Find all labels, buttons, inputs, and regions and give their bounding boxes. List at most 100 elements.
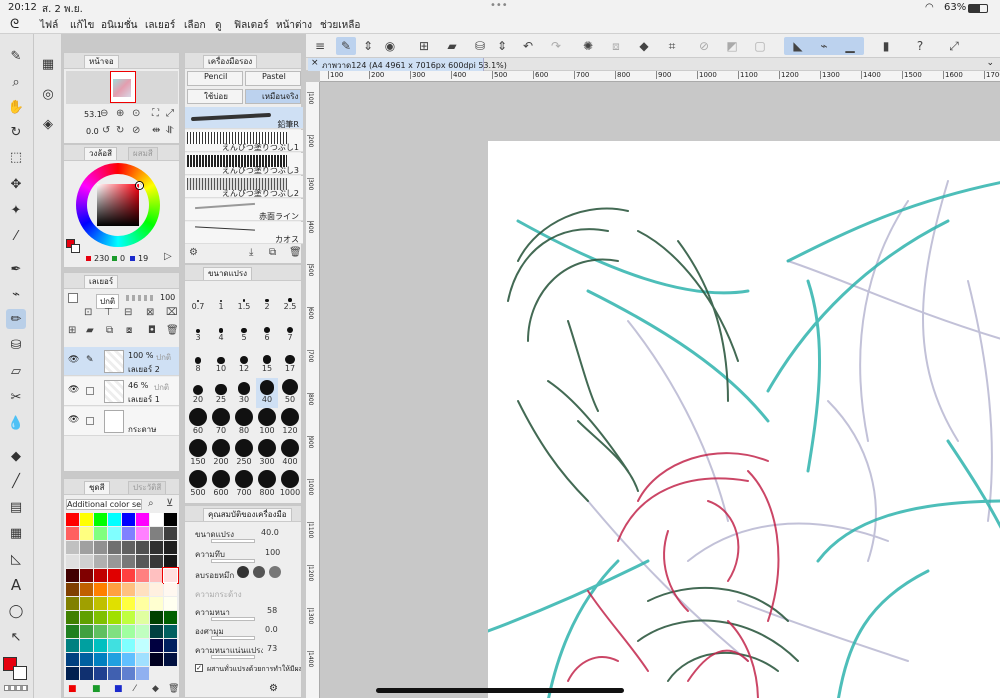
fill-area-icon[interactable]: ◆ [634,37,654,55]
menu-icon[interactable]: ≡ [310,37,330,55]
fit-icon[interactable]: ⊙ [132,108,140,119]
color-swatch[interactable] [108,513,121,526]
tip-texture-icon[interactable] [269,566,281,578]
fill-set-icon[interactable]: ◆ [152,684,159,694]
menu-file[interactable]: ไฟล์ [40,18,58,33]
color-swatch[interactable] [122,625,135,638]
color-swatch[interactable] [66,625,79,638]
color-swatch[interactable] [80,639,93,652]
brush-size-option[interactable]: 100 [256,408,278,439]
brush-size-option[interactable]: 120 [279,408,301,439]
color-swatch[interactable] [94,639,107,652]
color-swatch[interactable] [136,639,149,652]
color-swatch[interactable] [150,611,163,624]
brush-size-option[interactable]: 700 [233,470,255,501]
brush-size-option[interactable]: 0.7 [187,285,209,315]
group-frequent[interactable]: ใช้บ่อย [187,89,243,104]
color-swatch[interactable] [66,569,79,582]
navigator-preview[interactable] [66,71,178,104]
brush-size-option[interactable]: 300 [256,439,278,470]
color-swatch[interactable] [164,583,177,596]
color-swatch[interactable] [108,611,121,624]
delete-color-icon[interactable]: 🗑 [168,684,179,694]
swap-icon[interactable]: ⇕ [358,37,378,55]
color-swatch[interactable] [66,513,79,526]
layer-row-1[interactable]: 👁 46 % ปกติ เลเยอร์ 1 [64,377,179,406]
color-swatch[interactable] [150,597,163,610]
close-tab-icon[interactable]: × [311,58,319,68]
color-swatch[interactable] [108,583,121,596]
current-sub-color[interactable] [71,244,80,253]
rotate-right-icon[interactable]: ↻ [116,125,124,136]
text-icon[interactable]: A [6,575,26,595]
color-swatch[interactable] [108,639,121,652]
stabilizer-2-icon[interactable]: ⌁ [814,37,834,55]
color-swatch[interactable] [136,625,149,638]
move-icon[interactable]: ✥ [6,174,26,194]
zoom-out-icon[interactable]: ⊖ [100,108,108,119]
color-swatch[interactable] [108,569,121,582]
flip-vertical-icon[interactable]: ⥯ [166,125,173,136]
color-swatch[interactable] [164,513,177,526]
color-swatch[interactable] [108,597,121,610]
brush-size-option[interactable]: 2 [256,285,278,315]
color-swatch[interactable] [94,555,107,568]
brush-size-option[interactable]: 30 [233,378,255,408]
pen-icon[interactable]: ✒ [6,259,26,279]
color-swatch[interactable] [122,555,135,568]
color-swatch[interactable] [122,639,135,652]
color-swatch[interactable] [163,568,178,583]
figure-icon[interactable]: ╱ [6,471,26,491]
color-swatch[interactable] [122,513,135,526]
subtool-import-icon[interactable]: ⤓ [249,247,253,258]
eyedropper-set-icon[interactable]: ⁄ [134,684,136,694]
color-swatch[interactable] [150,653,163,666]
color-swatch[interactable] [122,569,135,582]
color-swatch[interactable] [122,597,135,610]
color-swatch[interactable] [66,597,79,610]
brush-item[interactable]: えんぴつ塗りつぶし2 [185,176,303,198]
brush-size-option[interactable]: 800 [256,470,278,501]
layer-row-2[interactable]: 👁 ✎ 100 % ปกติ เลเยอร์ 2 [64,347,179,376]
tab-color-wheel[interactable]: วงล้อสี [84,147,117,160]
clip-studio-icon[interactable]: ◉ [380,37,400,55]
layer-property-icon[interactable]: ◈ [38,114,58,134]
brush-item[interactable]: カオス [185,222,303,244]
menu-filter[interactable]: ฟิลเตอร์ [234,18,269,33]
layer-row-paper[interactable]: 👁 กระดาษ [64,407,179,436]
color-set-search-icon[interactable]: ⌕ [148,498,154,509]
color-swatch[interactable] [80,597,93,610]
airbrush-icon[interactable]: ⛁ [6,335,26,355]
device-icon[interactable]: ▮ [876,37,896,55]
color-swatch[interactable] [66,541,79,554]
gradient-icon[interactable]: ▤ [6,497,26,517]
tab-subtool[interactable]: เครื่องมือรอง [203,55,258,68]
layer-mask-icon[interactable]: ◘ [148,325,156,336]
color-swatch[interactable] [122,583,135,596]
brush-size-option[interactable]: 4 [210,316,232,346]
subtool-settings-icon[interactable]: ⚙ [189,247,198,258]
new-file-icon[interactable]: ⊞ [414,37,434,55]
canvas-area[interactable] [320,82,1000,698]
multitask-dots[interactable]: ••• [490,0,508,11]
menu-animation[interactable]: อนิเมชั่น [101,18,137,33]
eraser-icon[interactable]: ▱ [6,361,26,381]
home-indicator[interactable] [376,688,624,693]
ruler-icon[interactable]: ◺ [6,549,26,569]
brush-size-value[interactable]: 40.0 [261,528,279,537]
replace-color-icon[interactable]: ■ [92,684,101,694]
tip-round-icon[interactable] [237,566,249,578]
color-swatch[interactable] [122,611,135,624]
eye-icon[interactable]: 👁 [68,415,79,425]
menu-window[interactable]: หน้าต่าง [276,18,312,33]
brush-size-option[interactable]: 70 [210,408,232,439]
brush-size-option[interactable]: 150 [187,439,209,470]
color-swatch[interactable] [66,639,79,652]
color-swatch[interactable] [136,611,149,624]
brush-size-option[interactable]: 20 [187,378,209,408]
brush-size-option[interactable]: 3 [187,316,209,346]
tab-color-set[interactable]: ชุดสี [84,481,110,494]
rotate-icon[interactable]: ↻ [6,122,26,142]
duplicate-layer-icon[interactable]: ⧉ [106,325,113,336]
color-swatch[interactable] [94,583,107,596]
